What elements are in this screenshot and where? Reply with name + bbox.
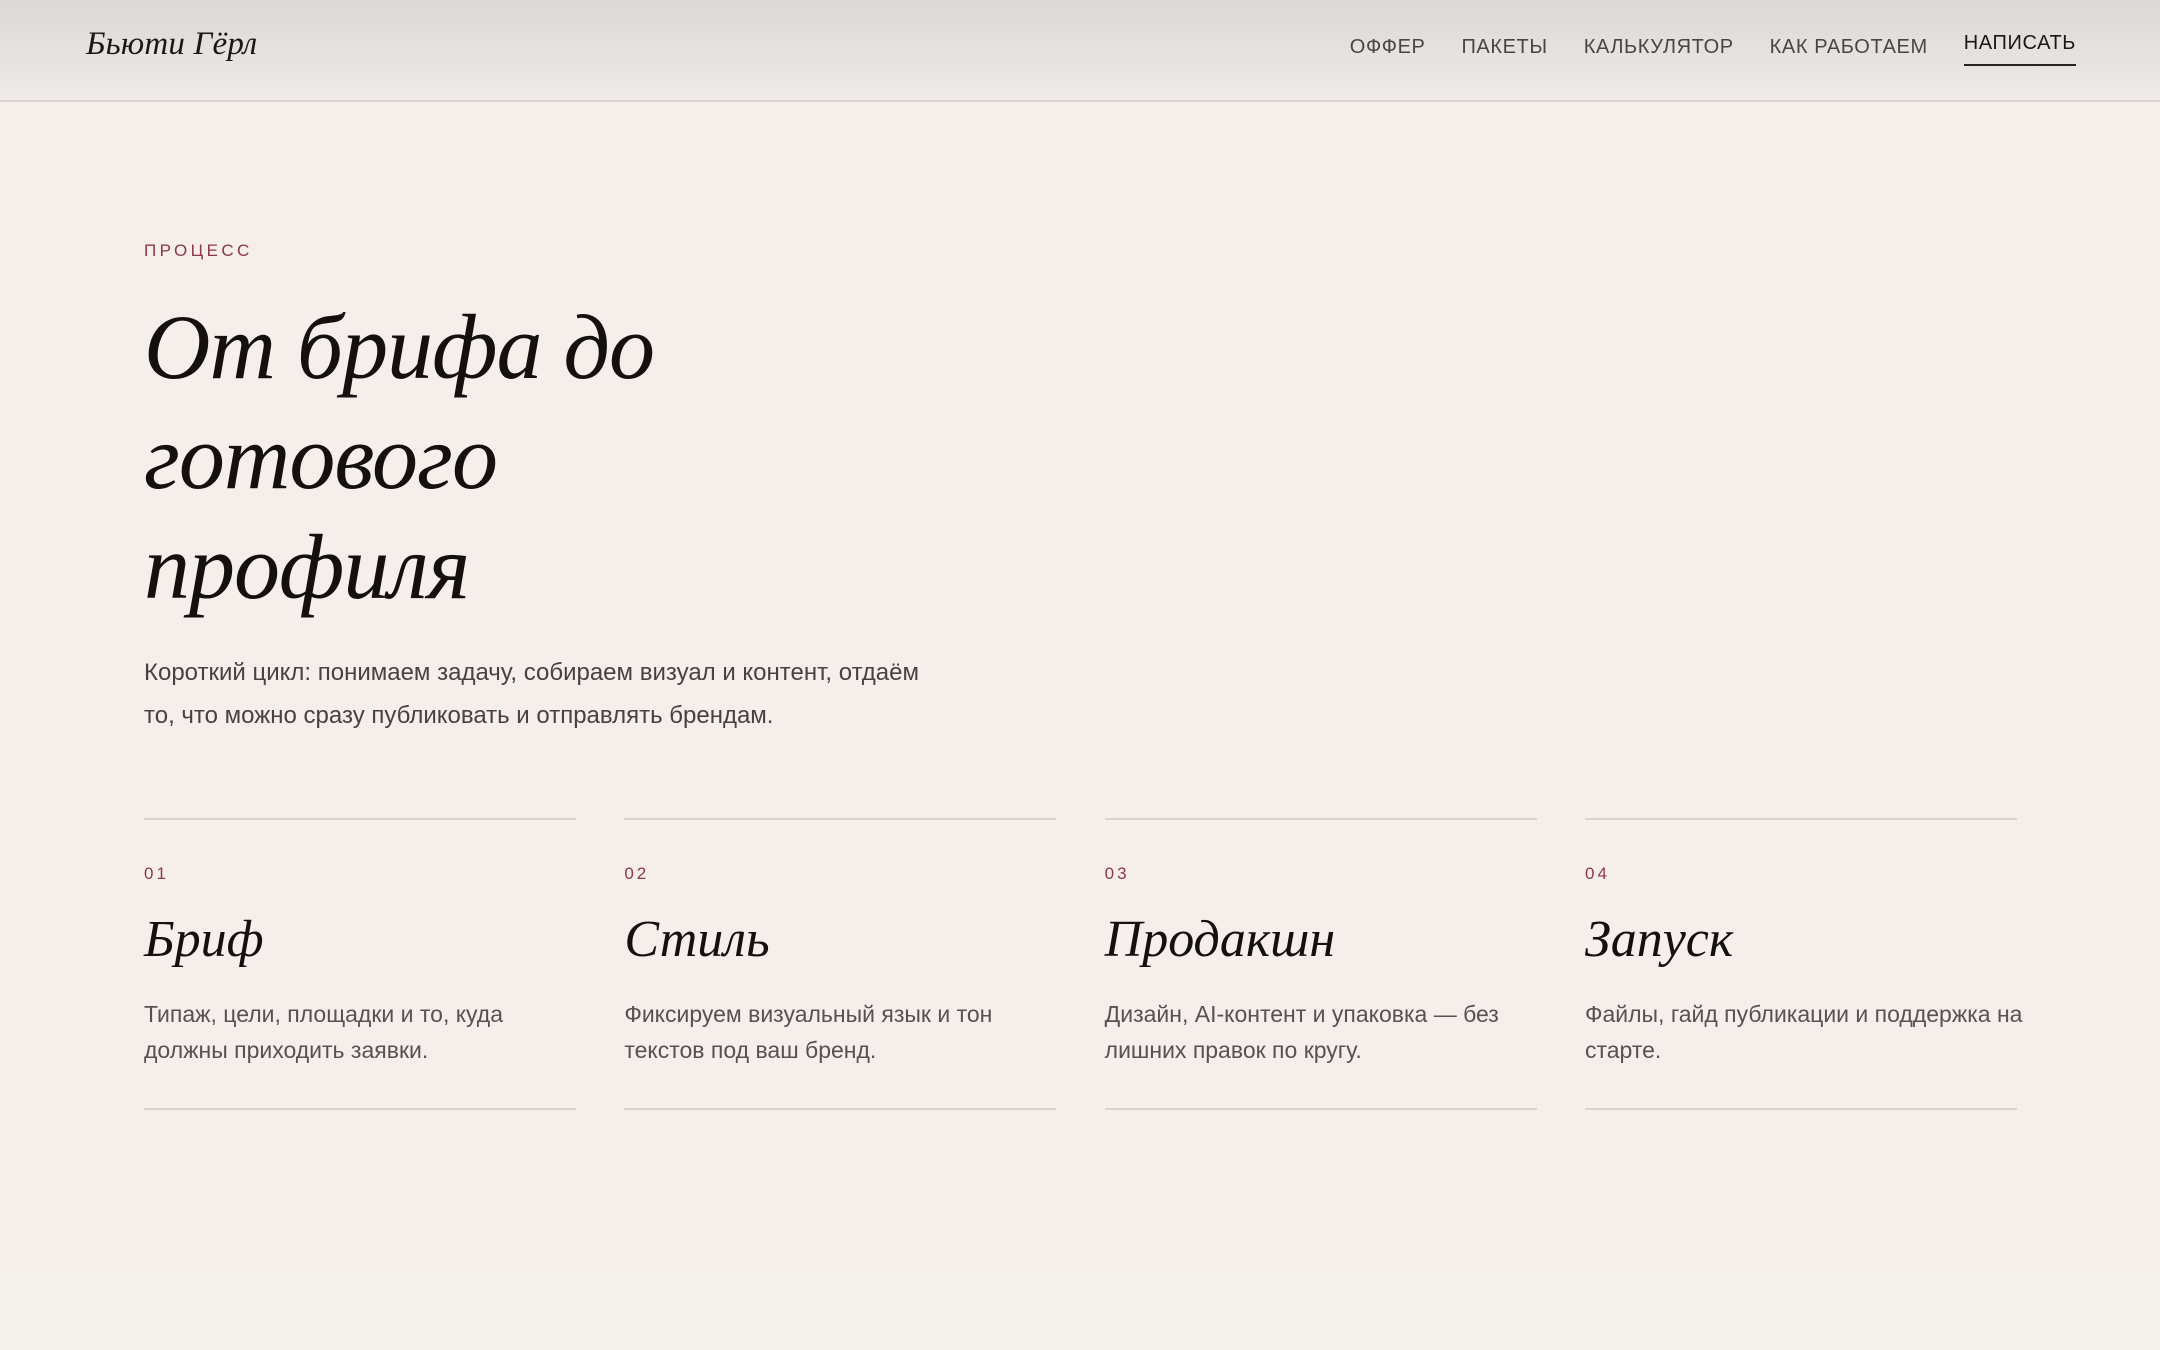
step-description: Типаж, цели, площадки и то, куда должны … xyxy=(144,1001,504,1063)
step-title: Продакшн xyxy=(1104,911,1336,968)
step-description: Файлы, гайд публикации и поддержка на ст… xyxy=(1584,1001,2023,1063)
process-step-style: 02 Стиль Фиксируем визуальный язык и тон… xyxy=(624,818,1057,1110)
step-number: 01 xyxy=(144,864,169,883)
lead-line: то, что можно сразу публиковать и отправ… xyxy=(144,702,774,729)
site-header: Бьюти Гёрл ОФФЕР ПАКЕТЫ КАЛЬКУЛЯТОР КАК … xyxy=(0,0,2160,102)
nav-item-calculator[interactable]: КАЛЬКУЛЯТОР xyxy=(1584,36,1734,66)
title-line: профиля xyxy=(144,516,470,618)
step-title: Стиль xyxy=(624,911,770,968)
title-line: От брифа до xyxy=(144,296,655,398)
section-eyebrow: ПРОЦЕСС xyxy=(144,241,253,260)
process-steps: 01 Бриф Типаж, цели, площадки и то, куда… xyxy=(144,818,2022,1110)
brand-logo[interactable]: Бьюти Гёрл xyxy=(86,26,257,63)
nav-item-contact[interactable]: НАПИСАТЬ xyxy=(1963,32,2076,66)
nav-item-packages[interactable]: ПАКЕТЫ xyxy=(1461,36,1547,66)
process-step-brief: 01 Бриф Типаж, цели, площадки и то, куда… xyxy=(144,818,576,1110)
next-section-edge xyxy=(0,1272,2160,1350)
section-title: От брифа до готового профиля xyxy=(144,292,864,622)
nav-item-offer[interactable]: ОФФЕР xyxy=(1350,36,1426,66)
step-title: Бриф xyxy=(144,911,264,968)
step-description: Дизайн, AI-контент и упаковка — без лишн… xyxy=(1104,1001,1499,1063)
step-description: Фиксируем визуальный язык и тон текстов … xyxy=(624,1001,993,1063)
step-title: Запуск xyxy=(1584,911,1734,968)
step-number: 02 xyxy=(624,864,650,883)
main-nav: ОФФЕР ПАКЕТЫ КАЛЬКУЛЯТОР КАК РАБОТАЕМ НА… xyxy=(1314,32,2076,66)
lead-line: Короткий цикл: понимаем задачу, собираем… xyxy=(144,659,919,686)
step-number: 04 xyxy=(1584,864,1610,883)
process-step-production: 03 Продакшн Дизайн, AI-контент и упаковк… xyxy=(1104,818,1537,1110)
nav-item-how-we-work[interactable]: КАК РАБОТАЕМ xyxy=(1770,36,1928,66)
step-number: 03 xyxy=(1104,864,1130,883)
process-step-launch: 04 Запуск Файлы, гайд публикации и подде… xyxy=(1584,818,2022,1110)
title-line: готового xyxy=(144,406,498,508)
section-lead: Короткий цикл: понимаем задачу, собираем… xyxy=(144,651,974,737)
